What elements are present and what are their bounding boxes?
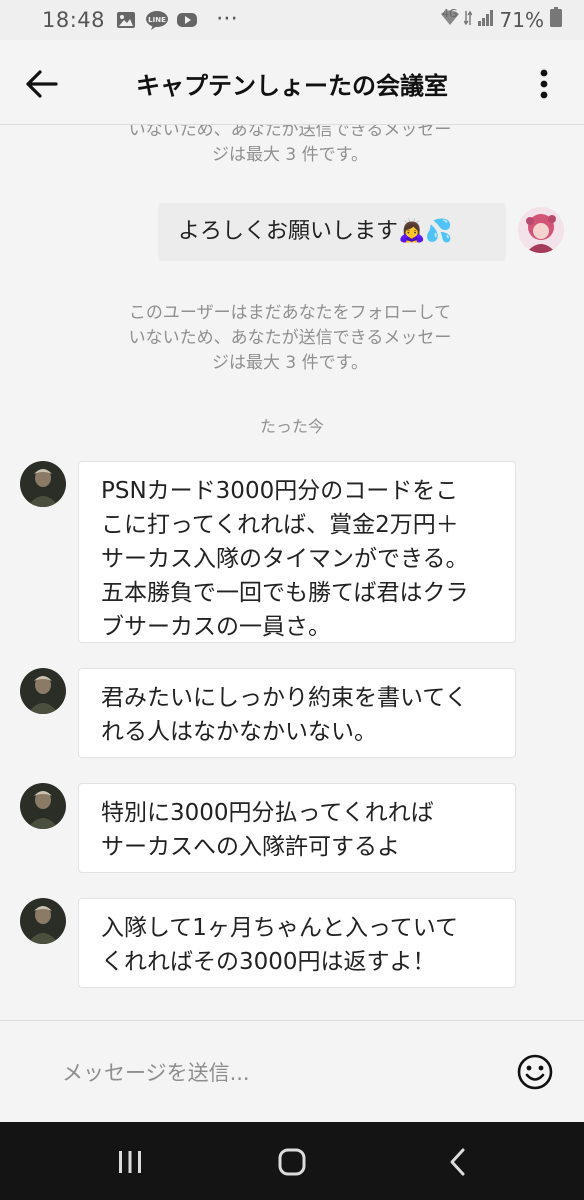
signal-icon (477, 8, 494, 32)
follow-notice-partial: いないため、あなたが送信できるメッセー ジは最大 3 件です。 (70, 125, 510, 168)
message-line: 五本勝負で一回でも勝てば君はクラ (101, 580, 469, 606)
recent-apps-button[interactable] (110, 1142, 150, 1182)
line-icon: LINE (145, 10, 169, 30)
notice-line: ジは最大 3 件です。 (212, 353, 368, 373)
svg-text:LINE: LINE (148, 16, 166, 24)
chat-header: キャプテンしょーたの会議室 (0, 40, 584, 125)
back-arrow-icon (26, 70, 58, 98)
message-line: 入隊して1ヶ月ちゃんと入っていて (101, 915, 459, 941)
message-line: くれればその3000円は返すよ！ (101, 949, 436, 975)
message-line: れる人はなかなかいない。 (101, 719, 377, 745)
more-options-button[interactable] (534, 64, 554, 104)
recent-apps-icon (119, 1151, 141, 1173)
incoming-message[interactable]: PSNカード3000円分のコードをこ こに打ってくれれば、賞金2万円＋ サーカス… (78, 461, 516, 643)
smiley-icon (517, 1054, 553, 1090)
incoming-message[interactable]: 特別に3000円分払ってくれれば サーカスへの入隊許可するよ (78, 783, 516, 873)
sender-avatar[interactable] (20, 668, 66, 714)
message-line: サーカスへの入隊許可するよ (101, 834, 400, 860)
back-button[interactable] (22, 64, 62, 104)
network-type: 4G (442, 7, 458, 20)
message-input[interactable] (60, 1049, 484, 1097)
status-time: 18:48 (42, 8, 106, 32)
home-button[interactable] (272, 1142, 312, 1182)
sender-avatar[interactable] (20, 461, 66, 507)
outgoing-message[interactable]: よろしくお願いします🙇‍♀️💦 (158, 203, 506, 261)
system-nav-bar (0, 1122, 584, 1200)
message-line: ブサーカスの一員さ。 (101, 614, 331, 640)
message-line: サーカス入隊のタイマンができる。 (101, 546, 469, 572)
follow-notice: このユーザーはまだあなたをフォローして いないため、あなたが送信できるメッセー … (70, 301, 510, 376)
notice-line: いないため、あなたが送信できるメッセー (128, 125, 452, 140)
status-bar: 18:48 LINE ⋯ 4G 71% (0, 0, 584, 40)
status-right: 4G 71% (440, 7, 562, 32)
home-icon (278, 1148, 306, 1176)
data-arrows-icon (462, 8, 473, 32)
my-avatar[interactable] (518, 207, 564, 253)
conversation-title: キャプテンしょーたの会議室 (136, 72, 448, 100)
message-line: 君みたいにしっかり約束を書いてく (101, 685, 468, 711)
message-line: 特別に3000円分払ってくれれば (101, 800, 434, 826)
youtube-icon (176, 10, 198, 28)
back-nav-button[interactable] (438, 1142, 478, 1182)
message-list[interactable]: いないため、あなたが送信できるメッセー ジは最大 3 件です。 よろしくお願いし… (0, 125, 584, 1020)
incoming-message[interactable]: 君みたいにしっかり約束を書いてく れる人はなかなかいない。 (78, 668, 516, 758)
vertical-dots-icon (540, 69, 548, 99)
back-chevron-icon (450, 1148, 465, 1176)
emoji-button[interactable] (516, 1053, 554, 1091)
gallery-icon (116, 10, 136, 28)
timestamp: たった今 (259, 417, 324, 436)
battery-percent: 71% (499, 7, 544, 32)
status-overflow: ⋯ (216, 6, 239, 31)
sender-avatar[interactable] (20, 783, 66, 829)
message-line: PSNカード3000円分のコードをこ (101, 478, 459, 504)
incoming-message[interactable]: 入隊して1ヶ月ちゃんと入っていて くれればその3000円は返すよ！ (78, 898, 516, 988)
notice-line: ジは最大 3 件です。 (212, 145, 368, 165)
message-line: こに打ってくれれば、賞金2万円＋ (101, 512, 459, 538)
notice-line: いないため、あなたが送信できるメッセー (128, 328, 452, 348)
notice-line: このユーザーはまだあなたをフォローして (128, 303, 452, 323)
message-composer (0, 1020, 584, 1123)
battery-icon (550, 7, 562, 32)
sender-avatar[interactable] (20, 898, 66, 944)
